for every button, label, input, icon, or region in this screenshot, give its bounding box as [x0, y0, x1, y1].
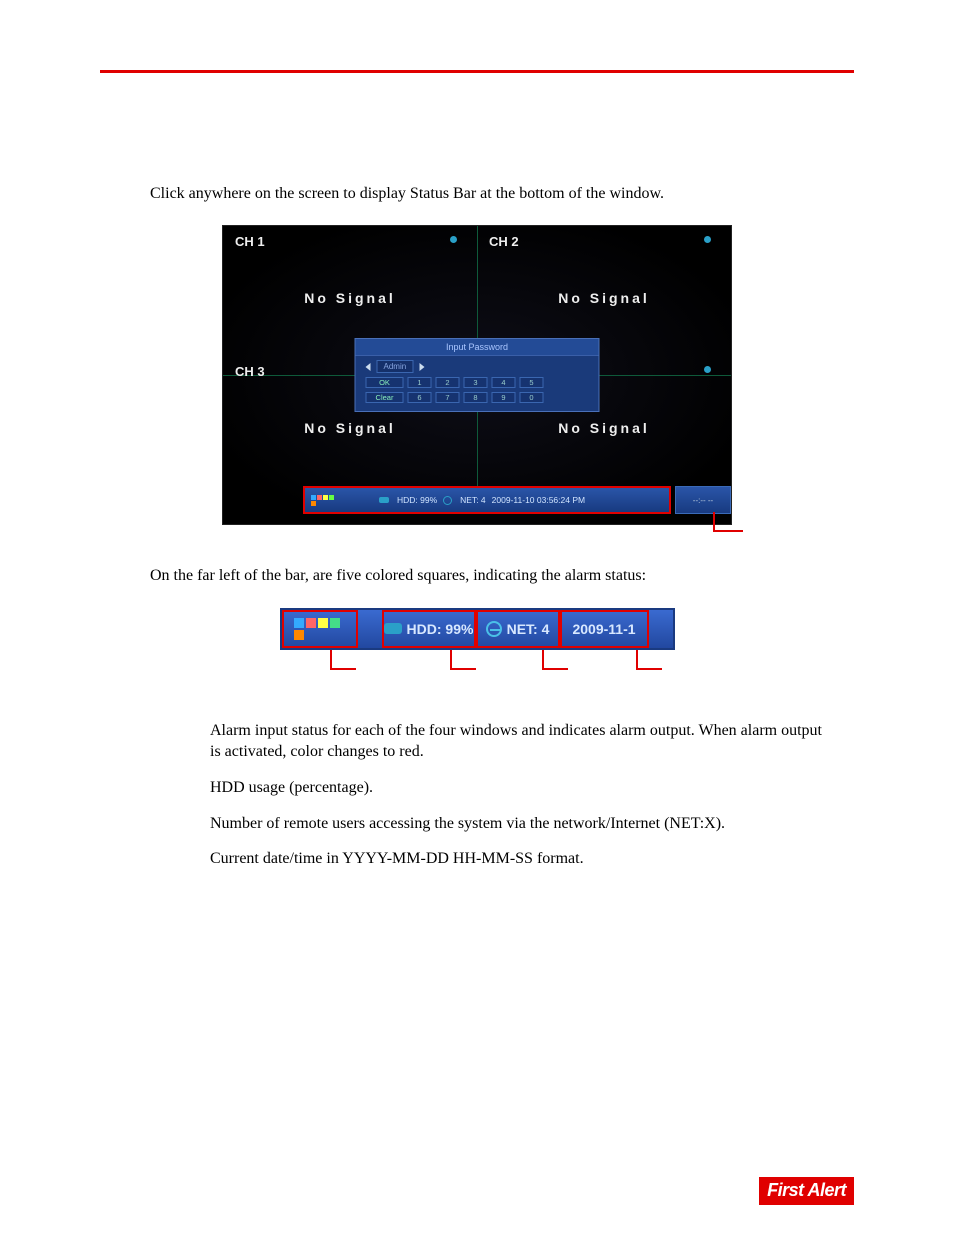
header-rule: [100, 70, 854, 73]
record-indicator-icon: [450, 236, 457, 243]
dvr-screen: CH 1 No Signal CH 2 No Signal CH 3 No Si…: [222, 225, 732, 525]
channel-quadrant-2: CH 2 No Signal: [477, 226, 731, 356]
keypad-key[interactable]: 3: [464, 377, 488, 388]
hdd-icon: [384, 623, 402, 634]
keypad-key[interactable]: 9: [492, 392, 516, 403]
first-alert-logo: First Alert: [759, 1177, 854, 1205]
alarm-status-squares: [311, 495, 337, 506]
no-signal-text: No Signal: [558, 290, 650, 306]
input-password-dialog: Input Password Admin OK 1 2 3 4 5 Clear …: [355, 338, 600, 412]
keypad-key[interactable]: 0: [520, 392, 544, 403]
net-icon: [443, 496, 452, 505]
clear-button[interactable]: Clear: [366, 392, 404, 403]
channel-label: CH 2: [489, 234, 519, 249]
keypad-key[interactable]: 7: [436, 392, 460, 403]
arrow-right-icon[interactable]: [419, 363, 424, 371]
net-count-text: NET: 4: [460, 495, 486, 505]
user-selector-row[interactable]: Admin: [356, 356, 599, 375]
hdd-usage-text: HDD: 99%: [407, 621, 474, 637]
keypad-row-1: OK 1 2 3 4 5: [356, 375, 599, 390]
channel-label: CH 1: [235, 234, 265, 249]
user-name-field[interactable]: Admin: [377, 360, 414, 373]
segment-alarm-squares: [282, 610, 358, 648]
callout-line: [703, 512, 753, 542]
net-count-text: NET: 4: [507, 621, 550, 637]
no-signal-text: No Signal: [304, 290, 396, 306]
record-indicator-icon: [704, 366, 711, 373]
arrow-left-icon[interactable]: [366, 363, 371, 371]
keypad-key[interactable]: 4: [492, 377, 516, 388]
hdd-usage-text: HDD: 99%: [397, 495, 437, 505]
keypad-key[interactable]: 8: [464, 392, 488, 403]
segment-net: NET: 4: [476, 610, 560, 648]
alarm-status-squares: [294, 618, 342, 640]
date-fragment-text: 2009-11-1: [572, 621, 635, 637]
channel-label: CH 3: [235, 364, 265, 379]
status-descriptions: Alarm input status for each of the four …: [210, 720, 824, 870]
dialog-title: Input Password: [356, 339, 599, 356]
net-icon: [486, 621, 502, 637]
callout-lines-group: [280, 650, 675, 690]
description-datetime: Current date/time in YYYY-MM-DD HH-MM-SS…: [210, 848, 824, 870]
figure-statusbar-detail: HDD: 99% NET: 4 2009-11-1: [100, 608, 854, 690]
status-bar: HDD: 99% NET: 4 2009-11-10 03:56:24 PM -…: [223, 486, 731, 514]
description-alarm: Alarm input status for each of the four …: [210, 720, 824, 763]
record-indicator-icon: [704, 236, 711, 243]
no-signal-text: No Signal: [304, 420, 396, 436]
no-signal-text: No Signal: [558, 420, 650, 436]
keypad-row-2: Clear 6 7 8 9 0: [356, 390, 599, 405]
segment-hdd: HDD: 99%: [382, 610, 476, 648]
intro-paragraph: Click anywhere on the screen to display …: [150, 183, 854, 205]
figure-dvr-screen: CH 1 No Signal CH 2 No Signal CH 3 No Si…: [100, 225, 854, 525]
channel-quadrant-1: CH 1 No Signal: [223, 226, 477, 356]
description-net: Number of remote users accessing the sys…: [210, 813, 824, 835]
alarm-status-paragraph: On the far left of the bar, are five col…: [150, 565, 854, 587]
description-hdd: HDD usage (percentage).: [210, 777, 824, 799]
keypad-key[interactable]: 1: [408, 377, 432, 388]
ok-button[interactable]: OK: [366, 377, 404, 388]
segment-date: 2009-11-1: [560, 610, 649, 648]
keypad-key[interactable]: 2: [436, 377, 460, 388]
status-bar-main: HDD: 99% NET: 4 2009-11-10 03:56:24 PM: [303, 486, 671, 514]
datetime-text: 2009-11-10 03:56:24 PM: [492, 495, 585, 505]
keypad-key[interactable]: 6: [408, 392, 432, 403]
status-bar-right: --:-- --: [675, 486, 731, 514]
status-bar-enlarged: HDD: 99% NET: 4 2009-11-1: [280, 608, 675, 650]
keypad-key[interactable]: 5: [520, 377, 544, 388]
hdd-icon: [379, 497, 389, 503]
